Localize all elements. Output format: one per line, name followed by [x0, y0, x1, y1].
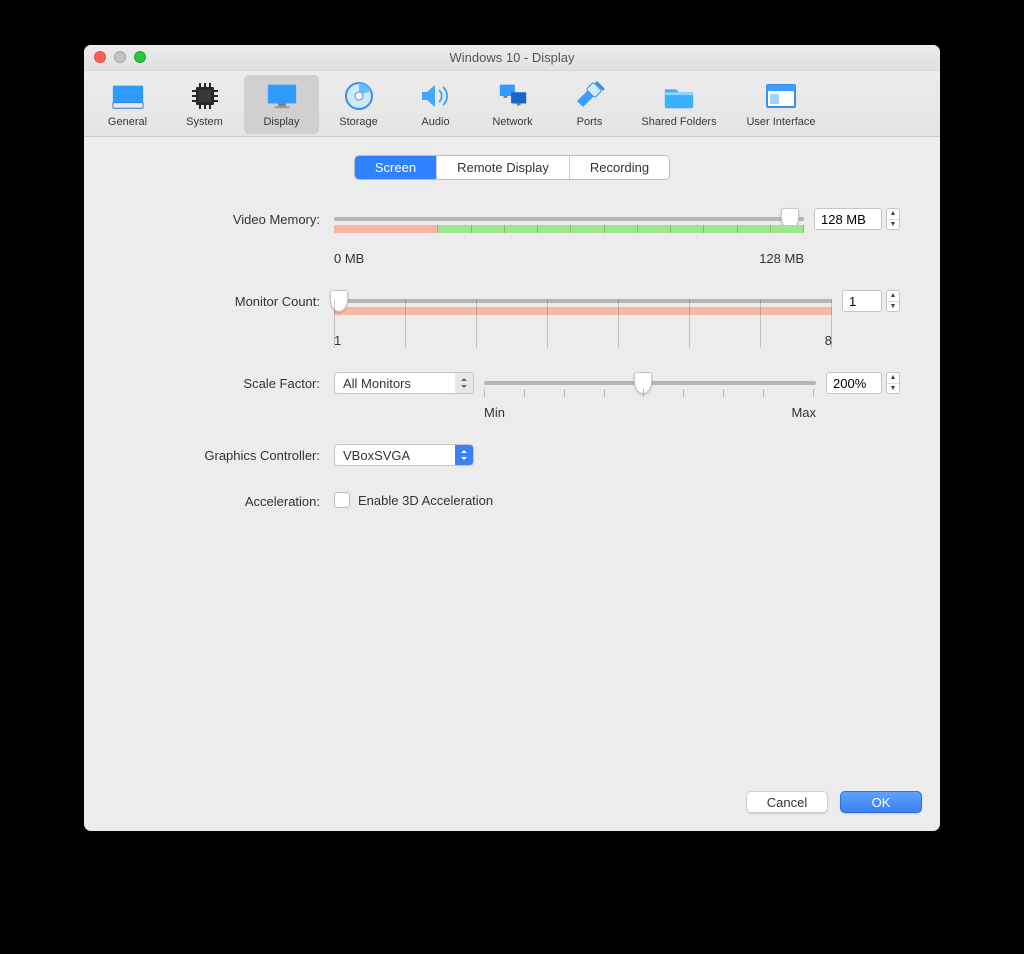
- monitor-count-field: 1 8 ▲▼: [334, 290, 900, 348]
- toolbar-label: Shared Folders: [641, 116, 716, 128]
- scale-factor-slider[interactable]: Min Max: [484, 381, 816, 420]
- toolbar-item-system[interactable]: System: [167, 75, 242, 134]
- toolbar-label: Ports: [577, 116, 603, 128]
- subtab-segmented: Screen Remote Display Recording: [354, 155, 670, 180]
- content-area: Screen Remote Display Recording Video Me…: [84, 137, 940, 777]
- cancel-button[interactable]: Cancel: [746, 791, 828, 813]
- toolbar-item-general[interactable]: General: [90, 75, 165, 134]
- display-settings-form: Video Memory: 0 MB: [84, 208, 940, 509]
- minimize-window-button[interactable]: [114, 51, 126, 63]
- user-interface-icon: [764, 79, 798, 113]
- ports-icon: [573, 79, 607, 113]
- popup-value: VBoxSVGA: [343, 448, 410, 463]
- toolbar-label: Network: [492, 116, 532, 128]
- zoom-window-button[interactable]: [134, 51, 146, 63]
- toolbar-label: Storage: [339, 116, 378, 128]
- monitor-count-slider[interactable]: 1 8: [334, 299, 832, 348]
- storage-icon: [342, 79, 376, 113]
- monitor-count-stepper[interactable]: ▲▼: [886, 290, 900, 312]
- scale-factor-max-label: Max: [791, 405, 816, 420]
- tab-recording[interactable]: Recording: [570, 156, 669, 179]
- settings-window: Windows 10 - Display General System Disp…: [84, 45, 940, 831]
- enable-3d-checkbox-label: Enable 3D Acceleration: [358, 493, 493, 508]
- acceleration-label: Acceleration:: [114, 490, 334, 509]
- video-memory-field: 0 MB 128 MB ▲▼: [334, 208, 900, 266]
- video-memory-stepper[interactable]: ▲▼: [886, 208, 900, 230]
- toolbar-item-display[interactable]: Display: [244, 75, 319, 134]
- tab-screen[interactable]: Screen: [355, 156, 437, 179]
- scale-factor-input[interactable]: [826, 372, 882, 394]
- settings-toolbar: General System Display Storage Audio: [84, 71, 940, 137]
- scale-factor-monitor-popup[interactable]: All Monitors: [334, 372, 474, 394]
- titlebar: Windows 10 - Display: [84, 45, 940, 71]
- video-memory-slider[interactable]: 0 MB 128 MB: [334, 217, 804, 266]
- video-memory-input[interactable]: [814, 208, 882, 230]
- enable-3d-checkbox[interactable]: [334, 492, 350, 508]
- toolbar-item-ports[interactable]: Ports: [552, 75, 627, 134]
- close-window-button[interactable]: [94, 51, 106, 63]
- video-memory-max-label: 128 MB: [759, 251, 804, 266]
- toolbar-label: General: [108, 116, 147, 128]
- general-icon: [111, 79, 145, 113]
- dialog-button-row: Cancel OK: [84, 777, 940, 831]
- toolbar-label: User Interface: [746, 116, 815, 128]
- toolbar-label: System: [186, 116, 223, 128]
- display-icon: [265, 79, 299, 113]
- toolbar-label: Display: [263, 116, 299, 128]
- toolbar-item-user-interface[interactable]: User Interface: [731, 75, 831, 134]
- tab-remote-display[interactable]: Remote Display: [437, 156, 570, 179]
- window-controls: [94, 51, 146, 63]
- shared-folders-icon: [662, 79, 696, 113]
- video-memory-label: Video Memory:: [114, 208, 334, 266]
- system-icon: [188, 79, 222, 113]
- network-icon: [496, 79, 530, 113]
- graphics-controller-field: VBoxSVGA: [334, 444, 900, 466]
- toolbar-item-storage[interactable]: Storage: [321, 75, 396, 134]
- toolbar-item-network[interactable]: Network: [475, 75, 550, 134]
- monitor-count-input[interactable]: [842, 290, 882, 312]
- audio-icon: [419, 79, 453, 113]
- monitor-count-label: Monitor Count:: [114, 290, 334, 348]
- scale-factor-stepper[interactable]: ▲▼: [886, 372, 900, 394]
- scale-factor-field: All Monitors Min Max: [334, 372, 900, 420]
- scale-factor-label: Scale Factor:: [114, 372, 334, 420]
- popup-value: All Monitors: [343, 376, 411, 391]
- toolbar-label: Audio: [421, 116, 449, 128]
- toolbar-item-audio[interactable]: Audio: [398, 75, 473, 134]
- scale-factor-min-label: Min: [484, 405, 505, 420]
- graphics-controller-popup[interactable]: VBoxSVGA: [334, 444, 474, 466]
- toolbar-item-shared-folders[interactable]: Shared Folders: [629, 75, 729, 134]
- window-title: Windows 10 - Display: [84, 50, 940, 65]
- subtab-row: Screen Remote Display Recording: [84, 155, 940, 180]
- acceleration-field: Enable 3D Acceleration: [334, 490, 900, 509]
- graphics-controller-label: Graphics Controller:: [114, 444, 334, 466]
- video-memory-min-label: 0 MB: [334, 251, 364, 266]
- ok-button[interactable]: OK: [840, 791, 922, 813]
